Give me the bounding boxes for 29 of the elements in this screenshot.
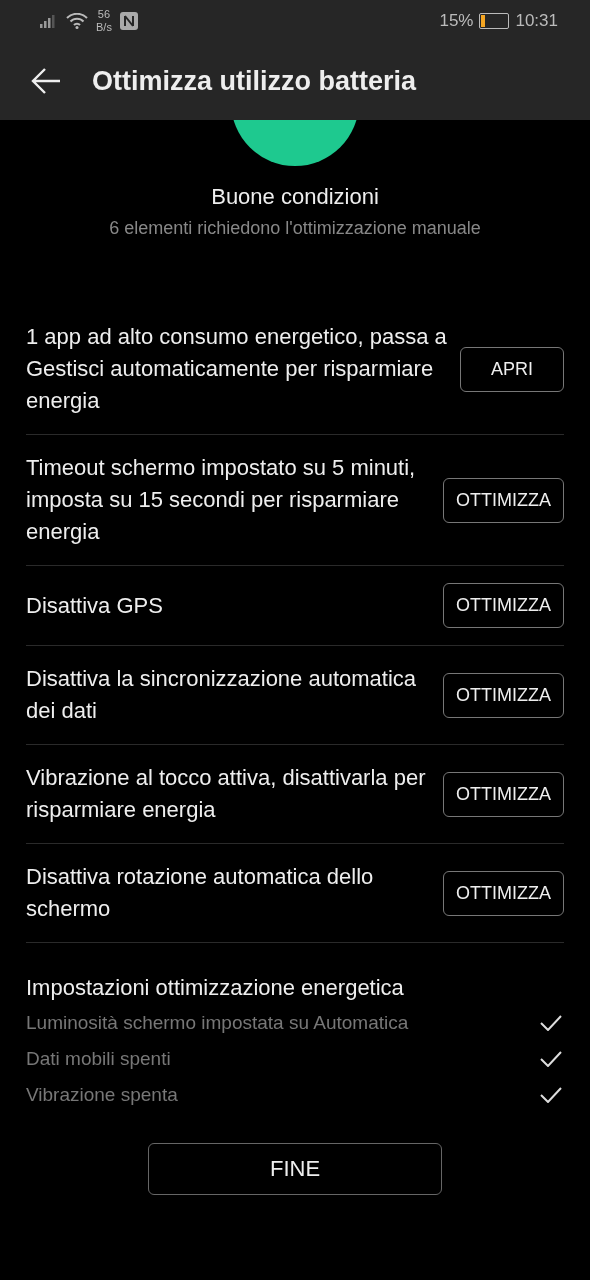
setting-label: Vibrazione spenta bbox=[26, 1084, 178, 1106]
suggestion-text: Timeout schermo impostato su 5 minuti, imposta su 15 secondi per risparmiare energia bbox=[26, 454, 417, 546]
network-speed: 56 bbox=[97, 8, 111, 21]
status-subtitle: 6 elementi richiedono l'ottimizzazione manuale bbox=[109, 218, 481, 239]
optimize-button[interactable]: OTTIMIZZA bbox=[443, 771, 564, 817]
signal-icon bbox=[40, 14, 58, 28]
clock: 10:31 bbox=[515, 11, 558, 31]
back-icon[interactable] bbox=[30, 67, 62, 95]
optimize-button[interactable]: OTTIMIZZA bbox=[443, 870, 564, 916]
suggestion-text: Disattiva GPS bbox=[26, 591, 164, 620]
battery-icon bbox=[479, 13, 510, 29]
setting-label: Luminosità schermo impostata su Automatica bbox=[26, 1012, 409, 1034]
optimize-button[interactable]: APRI bbox=[460, 346, 564, 392]
optimize-button[interactable]: OTTIMIZZA bbox=[443, 477, 564, 523]
suggestion-text: Vibrazione al tocco attiva, disattivarla per risparmiare energia bbox=[26, 764, 427, 824]
status-title: Buone condizioni bbox=[211, 184, 379, 210]
section-title: Impostazioni ottimizzazione energetica bbox=[26, 974, 405, 1002]
optimize-button[interactable]: OTTIMIZZA bbox=[443, 672, 564, 718]
wifi-icon bbox=[66, 13, 88, 29]
suggestion-text: 1 app ad alto consumo energetico, passa a Gestisci automaticamente per risparmiare energia bbox=[26, 323, 448, 415]
suggestion-text: Disattiva rotazione automatica dello schermo bbox=[26, 863, 375, 923]
setting-label: Dati mobili spenti bbox=[26, 1048, 171, 1070]
battery-percent: 15% bbox=[439, 11, 474, 31]
suggestion-text: Disattiva la sincronizzazione automatica dei dati bbox=[26, 665, 418, 725]
optimize-button[interactable]: OTTIMIZZA bbox=[443, 583, 564, 628]
nfc-icon bbox=[119, 12, 138, 30]
done-button[interactable]: FINE bbox=[148, 1143, 442, 1195]
network-speed-unit: B/s bbox=[96, 21, 112, 34]
page-title: Ottimizza utilizzo batteria bbox=[92, 65, 417, 97]
